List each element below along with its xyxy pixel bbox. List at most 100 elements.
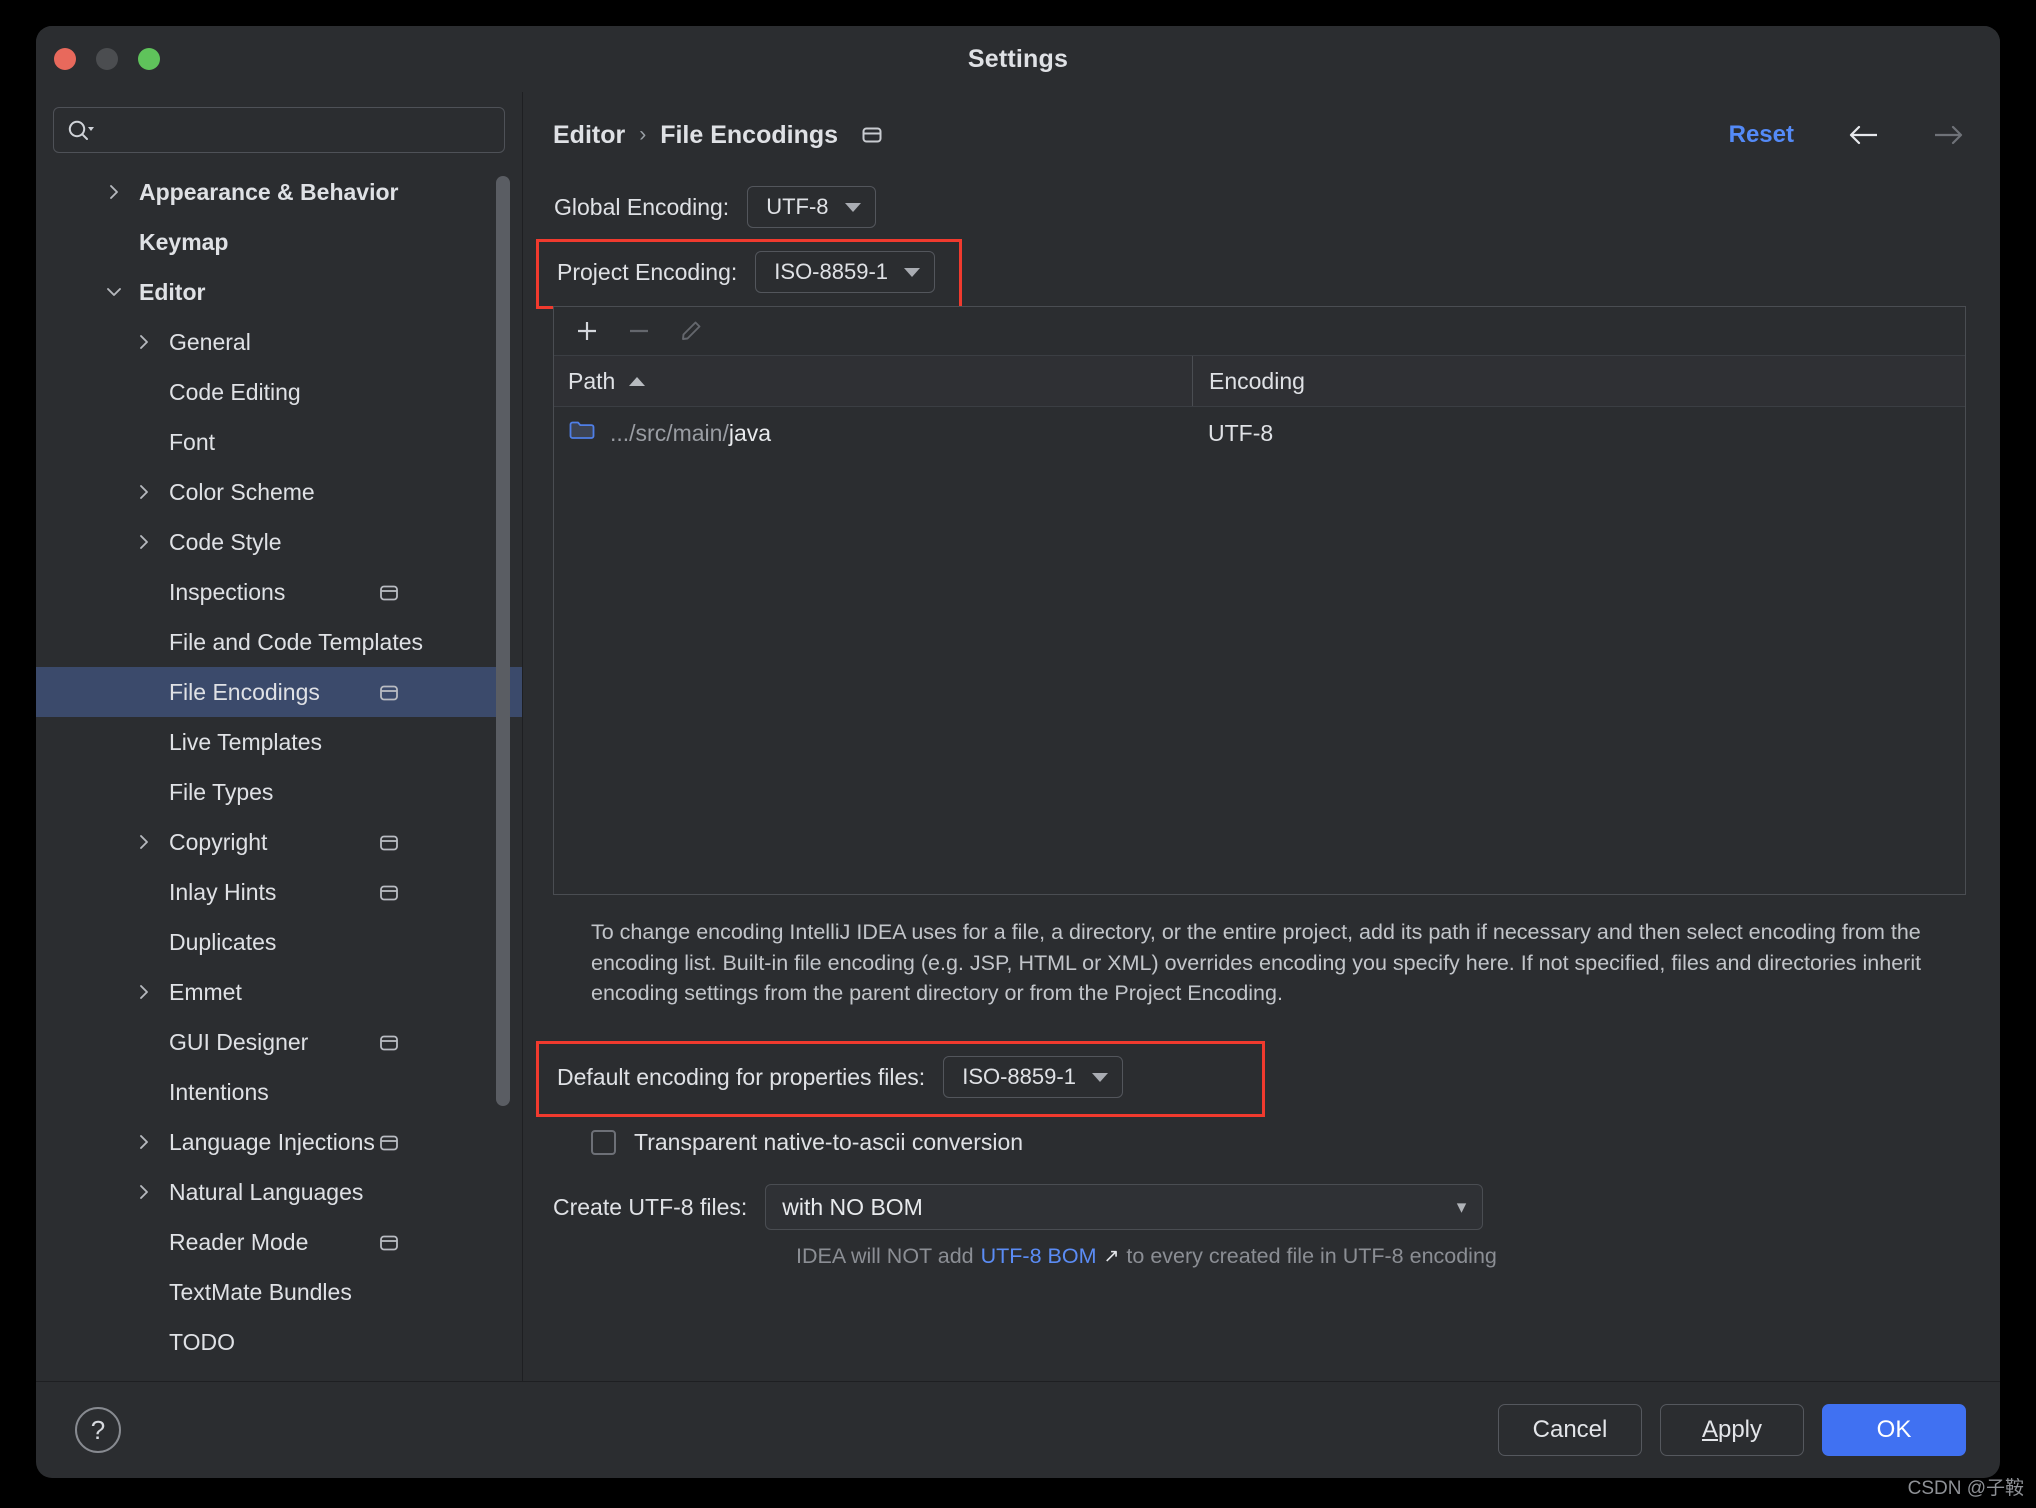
sidebar-item-general[interactable]: General	[36, 317, 522, 367]
breadcrumb-item-editor[interactable]: Editor	[553, 121, 625, 150]
arrow-right-icon[interactable]	[1932, 122, 1966, 148]
sidebar-item-natural-languages[interactable]: Natural Languages	[36, 1167, 522, 1217]
sidebar-item-live-templates[interactable]: Live Templates	[36, 717, 522, 767]
transparent-conversion-checkbox[interactable]	[591, 1130, 616, 1156]
chevron-right-icon[interactable]	[132, 530, 156, 554]
sidebar-item-reader-mode[interactable]: Reader Mode	[36, 1217, 522, 1267]
sidebar-item-duplicates[interactable]: Duplicates	[36, 917, 522, 967]
sidebar-item-label: File and Code Templates	[169, 628, 423, 655]
arrow-left-icon[interactable]	[1846, 122, 1880, 148]
sidebar-item-intentions[interactable]: Intentions	[36, 1067, 522, 1117]
project-scope-icon	[860, 124, 884, 146]
chevron-down-icon	[904, 267, 921, 277]
encodings-table-body: .../src/main/java UTF-8	[554, 407, 1965, 894]
window-title: Settings	[967, 45, 1069, 73]
create-utf8-row: Create UTF-8 files: with NO BOM ▾	[553, 1184, 1966, 1231]
sidebar-item-code-style[interactable]: Code Style	[36, 517, 522, 567]
sidebar-item-emmet[interactable]: Emmet	[36, 967, 522, 1017]
title-bar: Settings	[36, 26, 2000, 92]
folder-icon	[568, 418, 596, 448]
search-area	[36, 92, 522, 153]
column-header-path-label: Path	[568, 367, 616, 394]
properties-encoding-row: Default encoding for properties files: I…	[557, 1056, 1262, 1099]
sidebar-item-gui-designer[interactable]: GUI Designer	[36, 1017, 522, 1067]
sidebar-item-file-types[interactable]: File Types	[36, 767, 522, 817]
sidebar-item-label: Inlay Hints	[169, 878, 277, 905]
pencil-icon	[672, 313, 710, 349]
properties-encoding-select[interactable]: ISO-8859-1	[943, 1056, 1123, 1099]
table-row[interactable]: .../src/main/java UTF-8	[554, 407, 1965, 459]
apply-button[interactable]: Apply	[1660, 1404, 1804, 1456]
chevron-right-icon[interactable]	[132, 1130, 156, 1154]
sidebar-item-copyright[interactable]: Copyright	[36, 817, 522, 867]
dialog-footer: ? Cancel Apply OK	[36, 1381, 2000, 1478]
chevron-down-icon: ▾	[1456, 1196, 1467, 1218]
sidebar-scrollbar-thumb[interactable]	[496, 176, 510, 1106]
sidebar-item-file-encodings[interactable]: File Encodings	[36, 667, 522, 717]
sidebar-item-appearance-behavior[interactable]: Appearance & Behavior	[36, 167, 522, 217]
sidebar-item-inspections[interactable]: Inspections	[36, 567, 522, 617]
breadcrumb-separator: ›	[639, 123, 647, 146]
ok-button[interactable]: OK	[1822, 1404, 1966, 1456]
search-input[interactable]	[96, 119, 492, 141]
sidebar-item-label: Appearance & Behavior	[139, 178, 399, 205]
create-utf8-select[interactable]: with NO BOM ▾	[765, 1184, 1484, 1231]
sidebar-item-label: Editor	[139, 278, 206, 305]
chevron-right-icon[interactable]	[132, 330, 156, 354]
chevron-down-icon	[1091, 1072, 1108, 1082]
project-scope-icon	[378, 832, 400, 852]
plus-icon[interactable]	[568, 313, 606, 349]
sidebar-item-code-editing[interactable]: Code Editing	[36, 367, 522, 417]
sidebar-item-font[interactable]: Font	[36, 417, 522, 467]
settings-window: Settings Appearance & Behavior Keymap Edi	[36, 26, 2000, 1478]
chevron-down-icon	[844, 202, 861, 212]
sidebar-item-label: Keymap	[139, 228, 229, 255]
cell-path: .../src/main/java	[554, 418, 1192, 448]
chevron-up-icon	[629, 376, 646, 386]
search-box[interactable]	[53, 107, 505, 153]
sidebar-item-file-and-code-templates[interactable]: File and Code Templates	[36, 617, 522, 667]
sidebar-item-label: Natural Languages	[169, 1178, 364, 1205]
sidebar-item-label: TODO	[169, 1328, 236, 1355]
breadcrumb: Editor › File Encodings	[553, 121, 884, 150]
cell-encoding[interactable]: UTF-8	[1192, 420, 1965, 447]
global-encoding-select[interactable]: UTF-8	[747, 186, 876, 228]
sidebar-item-label: Language Injections	[169, 1128, 375, 1155]
sidebar-item-color-scheme[interactable]: Color Scheme	[36, 467, 522, 517]
sidebar-scrollbar[interactable]	[496, 162, 510, 1341]
project-encoding-select[interactable]: ISO-8859-1	[755, 251, 936, 293]
sidebar-item-editor[interactable]: Editor	[36, 267, 522, 317]
chevron-right-icon[interactable]	[132, 830, 156, 854]
sidebar-item-language-injections[interactable]: Language Injections	[36, 1117, 522, 1167]
utf8-bom-link[interactable]: UTF-8 BOM	[981, 1244, 1097, 1269]
transparent-conversion-label: Transparent native-to-ascii conversion	[634, 1129, 1024, 1156]
cancel-button[interactable]: Cancel	[1498, 1404, 1642, 1456]
column-header-encoding[interactable]: Encoding	[1192, 356, 1965, 406]
chevron-right-icon[interactable]	[132, 480, 156, 504]
chevron-right-icon[interactable]	[102, 180, 126, 204]
reset-button[interactable]: Reset	[1729, 121, 1794, 149]
chevron-down-icon[interactable]	[102, 280, 126, 304]
properties-encoding-annotation: Default encoding for properties files: I…	[536, 1041, 1265, 1118]
sidebar-item-label: Copyright	[169, 828, 268, 855]
question-mark-icon[interactable]: ?	[75, 1407, 121, 1453]
sidebar-item-keymap[interactable]: Keymap	[36, 217, 522, 267]
column-header-path[interactable]: Path	[554, 356, 1192, 406]
sidebar-item-textmate-bundles[interactable]: TextMate Bundles	[36, 1267, 522, 1317]
project-scope-icon	[378, 1032, 400, 1052]
sidebar-item-label: File Types	[169, 778, 274, 805]
project-encoding-value: ISO-8859-1	[774, 259, 889, 284]
chevron-right-icon[interactable]	[132, 1180, 156, 1204]
window-body: Appearance & Behavior Keymap Editor General…	[36, 92, 2000, 1381]
transparent-conversion-row[interactable]: Transparent native-to-ascii conversion	[591, 1129, 1966, 1156]
sidebar-item-inlay-hints[interactable]: Inlay Hints	[36, 867, 522, 917]
chevron-right-icon[interactable]	[132, 980, 156, 1004]
sidebar-item-label: File Encodings	[169, 678, 320, 705]
sidebar-item-todo[interactable]: TODO	[36, 1317, 522, 1367]
project-scope-icon	[378, 882, 400, 902]
sidebar-item-label: Color Scheme	[169, 478, 315, 505]
external-link-icon: ↗	[1103, 1246, 1120, 1268]
settings-tree[interactable]: Appearance & Behavior Keymap Editor General…	[36, 167, 522, 1381]
encodings-description: To change encoding IntelliJ IDEA uses fo…	[591, 920, 1922, 1006]
project-encoding-annotation: Project Encoding: ISO-8859-1	[536, 239, 962, 309]
